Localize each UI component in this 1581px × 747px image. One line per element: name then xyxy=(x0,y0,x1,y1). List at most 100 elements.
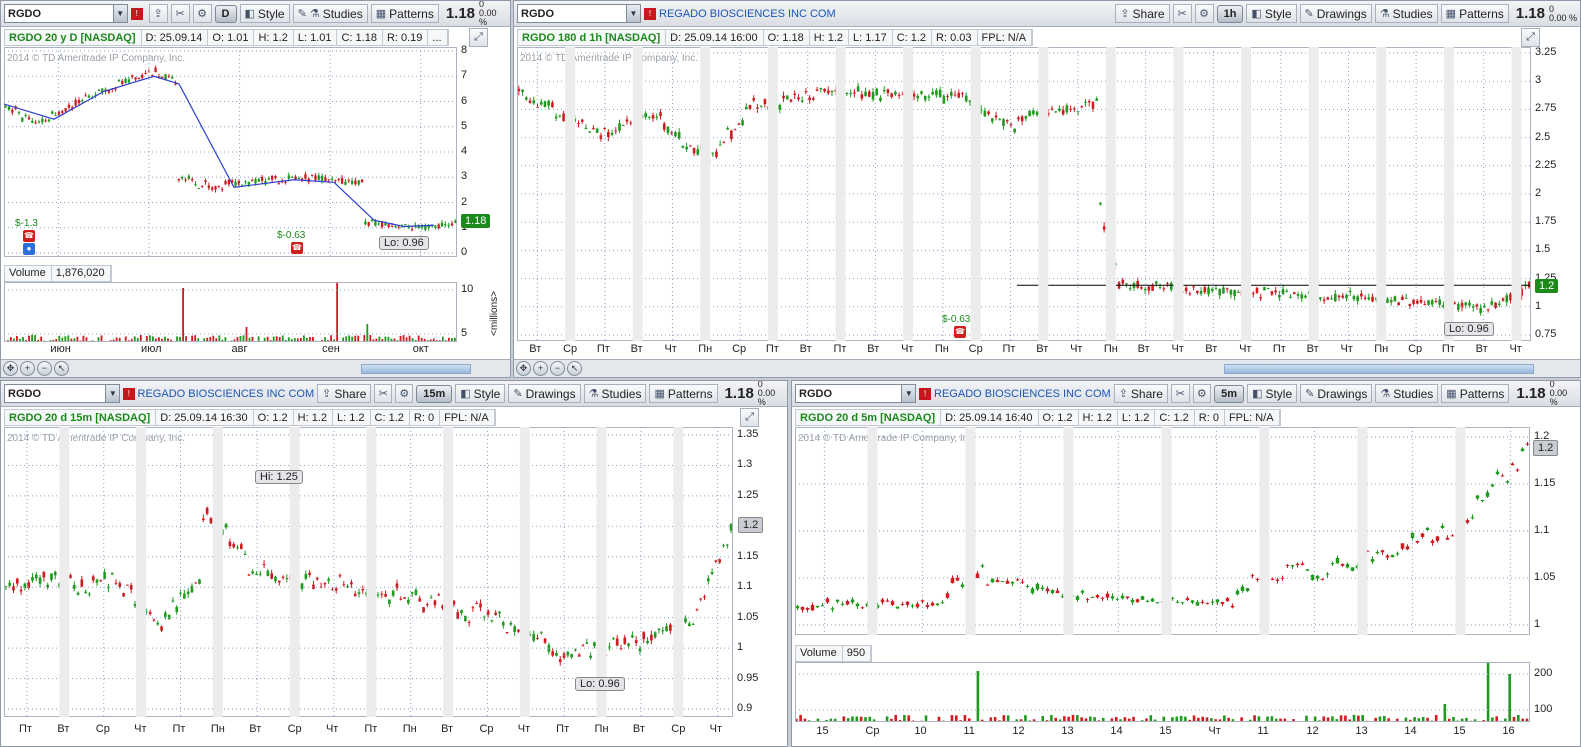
candle-body xyxy=(34,122,37,124)
share-button[interactable]: ⇪ Share xyxy=(317,384,372,403)
drawings-button[interactable]: ✎ Drawings xyxy=(508,384,581,403)
candle-body xyxy=(1423,303,1427,305)
patterns-button[interactable]: ▦ Patterns xyxy=(1440,4,1509,23)
settings-icon[interactable]: ⚙ xyxy=(1194,4,1214,23)
wrench-icon[interactable]: ✂ xyxy=(374,384,393,403)
x-tick-label: Ср xyxy=(95,723,110,735)
alert-icon[interactable]: ! xyxy=(919,387,932,400)
candle-body xyxy=(855,603,860,607)
earnings-icon[interactable]: ☎ xyxy=(291,242,303,254)
settings-icon[interactable]: ⚙ xyxy=(192,4,212,23)
candle-body xyxy=(1498,303,1501,305)
move-icon[interactable]: ✥ xyxy=(3,361,18,376)
toolbar: RGDO ▼ ! ⇪ ✂ ⚙ D ◧ Style ✎ ⚗ Studies ▦ Patter… xyxy=(1,1,510,27)
candle-body xyxy=(221,189,224,191)
candle-body xyxy=(940,602,945,604)
candle-body xyxy=(207,185,211,189)
candle-body xyxy=(1195,602,1200,606)
candle-body xyxy=(357,592,361,594)
alert-icon[interactable]: ! xyxy=(644,7,656,20)
company-name[interactable]: REGADO BIOSCIENCES INC COM xyxy=(138,388,315,400)
scrollbar[interactable]: ✥ + − ↖ xyxy=(514,359,1580,377)
chevron-down-icon[interactable]: ▼ xyxy=(901,385,916,402)
drawings-button[interactable]: ✎ Drawings xyxy=(1299,4,1372,23)
chart-settings-icon[interactable]: ⤢ xyxy=(469,28,488,47)
candle-body xyxy=(1084,101,1087,103)
x-tick-label: 12 xyxy=(1306,725,1319,737)
share-icon[interactable]: ⇪ xyxy=(148,4,168,23)
patterns-button[interactable]: ▦ Patterns xyxy=(649,384,718,403)
zoom-out-icon[interactable]: − xyxy=(550,361,565,376)
volume-bar xyxy=(1508,674,1511,722)
symbol-input[interactable]: RGDO ▼ xyxy=(4,4,128,23)
style-button[interactable]: ◧ Style xyxy=(1247,384,1298,403)
patterns-button[interactable]: ▦ Patterns xyxy=(1441,384,1510,403)
earnings-icon[interactable]: ☎ xyxy=(23,230,35,242)
candle-body xyxy=(41,118,44,123)
alert-icon[interactable]: ! xyxy=(130,7,143,20)
x-tick-label: Ср xyxy=(865,725,880,737)
patterns-button[interactable]: ▦ Patterns xyxy=(370,4,439,23)
candle-body xyxy=(1155,281,1158,284)
pointer-icon[interactable]: ↖ xyxy=(567,361,582,376)
alert-icon[interactable]: ! xyxy=(123,387,135,400)
share-button[interactable]: ⇪ Share xyxy=(1113,384,1168,403)
company-name[interactable]: REGADO BIOSCIENCES INC COM xyxy=(934,388,1111,400)
chevron-down-icon[interactable]: ▼ xyxy=(112,5,127,22)
timeframe-button[interactable]: 5m xyxy=(1214,384,1245,403)
zoom-in-icon[interactable]: + xyxy=(533,361,548,376)
style-button[interactable]: ◧ Style xyxy=(455,384,506,403)
chevron-down-icon[interactable]: ▼ xyxy=(105,385,120,402)
candle-body xyxy=(585,642,589,644)
timeframe-button[interactable]: 15m xyxy=(416,384,453,403)
timeframe-button[interactable]: 1h xyxy=(1216,4,1244,23)
style-icon: ◧ xyxy=(244,8,255,20)
wrench-icon[interactable]: ✂ xyxy=(170,4,190,23)
zoom-in-icon[interactable]: + xyxy=(20,361,35,376)
symbol-input[interactable]: RGDO ▼ xyxy=(4,384,121,403)
settings-icon[interactable]: ⚙ xyxy=(395,384,414,403)
share-button[interactable]: ⇪ Share xyxy=(1115,4,1170,23)
drawings-button[interactable]: ✎ Drawings xyxy=(1300,384,1373,403)
candle-body xyxy=(580,119,584,122)
candle-body xyxy=(266,570,270,576)
studies-button[interactable]: ⚗ Studies xyxy=(583,384,647,403)
settings-icon[interactable]: ⚙ xyxy=(1192,384,1212,403)
candle-body xyxy=(685,146,688,150)
chart-settings-icon[interactable]: ⤢ xyxy=(1521,28,1540,47)
candle-body xyxy=(960,584,965,587)
symbol-input[interactable]: RGDO ▼ xyxy=(517,4,641,23)
symbol-input[interactable]: RGDO ▼ xyxy=(795,384,917,403)
zoom-out-icon[interactable]: − xyxy=(37,361,52,376)
scroll-thumb[interactable] xyxy=(361,364,471,374)
earnings-icon[interactable]: ☎ xyxy=(954,326,966,338)
y-tick-label: 1.05 xyxy=(1534,571,1556,583)
candle-body xyxy=(759,106,763,108)
scrollbar[interactable]: ✥ + − ↖ xyxy=(1,359,510,377)
style-button[interactable]: ◧ Style xyxy=(239,4,290,23)
wrench-icon[interactable]: ✂ xyxy=(1170,384,1190,403)
company-name[interactable]: REGADO BIOSCIENCES INC COM xyxy=(659,8,836,20)
candle-body xyxy=(334,588,338,591)
candle-body xyxy=(1494,302,1497,308)
candle-body xyxy=(912,93,916,97)
session-shade xyxy=(867,427,878,635)
candle-body xyxy=(440,222,444,227)
scroll-thumb[interactable] xyxy=(1224,364,1534,374)
studies-button[interactable]: ⚗ Studies xyxy=(1375,384,1439,403)
move-icon[interactable]: ✥ xyxy=(516,361,531,376)
wrench-icon[interactable]: ✂ xyxy=(1172,4,1192,23)
chevron-down-icon[interactable]: ▼ xyxy=(626,5,640,22)
style-button[interactable]: ◧ Style xyxy=(1246,4,1297,23)
candle-body xyxy=(67,104,71,108)
volume-bar xyxy=(894,715,898,722)
dividend-icon[interactable]: ● xyxy=(23,243,35,255)
candle-body xyxy=(1250,575,1255,577)
studies-button[interactable]: ✎ ⚗ Studies xyxy=(292,4,368,23)
studies-button[interactable]: ⚗ Studies xyxy=(1374,4,1438,23)
session-shade xyxy=(1173,47,1184,341)
pointer-icon[interactable]: ↖ xyxy=(54,361,69,376)
chart-settings-icon[interactable]: ⤢ xyxy=(740,408,759,427)
volume-bar xyxy=(1352,714,1356,722)
timeframe-button[interactable]: D xyxy=(214,4,237,23)
